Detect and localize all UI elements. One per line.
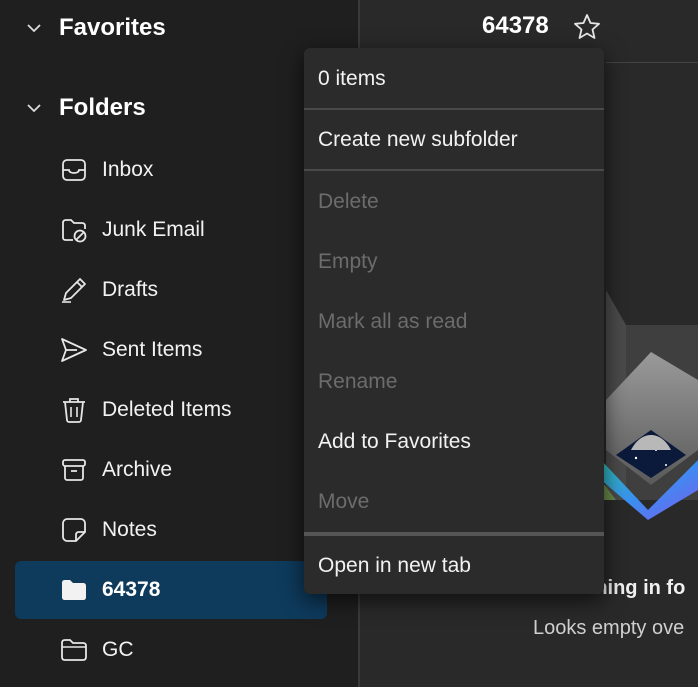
menu-item-label: Open in new tab	[318, 554, 471, 577]
menu-item-label: Mark all as read	[318, 310, 468, 333]
pencil-icon	[62, 278, 86, 303]
folder-label: GC	[102, 638, 134, 661]
folder-context-menu: 0 items Create new subfolder Delete Empt…	[304, 48, 604, 594]
menu-item-count: 0 items	[304, 49, 604, 109]
menu-item-rename: Rename	[304, 352, 604, 412]
folder-label: Archive	[102, 458, 173, 481]
menu-item-empty: Empty	[304, 232, 604, 292]
folder-label: Inbox	[102, 158, 154, 181]
menu-count-label: 0 items	[318, 67, 386, 90]
menu-item-move: Move	[304, 472, 604, 532]
menu-item-delete: Delete	[304, 172, 604, 232]
junk-icon	[62, 219, 87, 243]
folder-item-sent-items[interactable]: Sent Items	[15, 321, 327, 379]
menu-item-label: Delete	[318, 190, 379, 213]
folder-item-deleted-items[interactable]: Deleted Items	[15, 381, 327, 439]
menu-item-label: Create new subfolder	[318, 128, 518, 151]
folders-label: Folders	[59, 94, 146, 121]
menu-item-add-to-favorites[interactable]: Add to Favorites	[304, 412, 604, 472]
note-icon	[62, 518, 86, 542]
archive-icon	[62, 459, 86, 481]
folder-label: Deleted Items	[102, 398, 232, 421]
menu-item-label: Rename	[318, 370, 398, 393]
folder-label: Drafts	[102, 278, 159, 301]
inbox-icon	[62, 159, 86, 181]
folder-title: 64378	[482, 12, 549, 39]
folder-item-junk-email[interactable]: Junk Email	[15, 201, 327, 259]
menu-item-open-new-tab[interactable]: Open in new tab	[304, 536, 604, 596]
folder-label: Notes	[102, 518, 157, 541]
header-divider	[606, 62, 698, 63]
trash-icon	[63, 398, 85, 423]
menu-item-label: Add to Favorites	[318, 430, 471, 453]
send-icon	[61, 338, 87, 362]
empty-state-subtitle: Looks empty ove	[533, 617, 685, 639]
menu-item-label: Move	[318, 490, 370, 513]
folder-label: Sent Items	[102, 338, 203, 361]
folder-item-notes[interactable]: Notes	[15, 501, 327, 559]
menu-item-label: Empty	[318, 250, 378, 273]
menu-item-create-subfolder[interactable]: Create new subfolder	[304, 110, 604, 170]
folder-item-gc[interactable]: GC	[15, 621, 327, 679]
folder-filled-icon	[62, 580, 86, 600]
menu-item-mark-all-read: Mark all as read	[304, 292, 604, 352]
chevron-down-icon	[27, 104, 41, 113]
folder-label: Junk Email	[102, 218, 205, 241]
empty-folder-illustration	[601, 290, 698, 520]
folder-item-archive[interactable]: Archive	[15, 441, 327, 499]
folder-label: 64378	[102, 578, 161, 601]
folder-item-drafts[interactable]: Drafts	[15, 261, 327, 319]
folder-icon	[61, 639, 87, 661]
chevron-down-icon	[27, 24, 41, 33]
menu-separator	[304, 169, 604, 171]
star-icon[interactable]	[572, 12, 602, 42]
folder-item-64378[interactable]: 64378	[15, 561, 327, 619]
folder-item-inbox[interactable]: Inbox	[15, 141, 327, 199]
favorites-label: Favorites	[59, 14, 166, 41]
